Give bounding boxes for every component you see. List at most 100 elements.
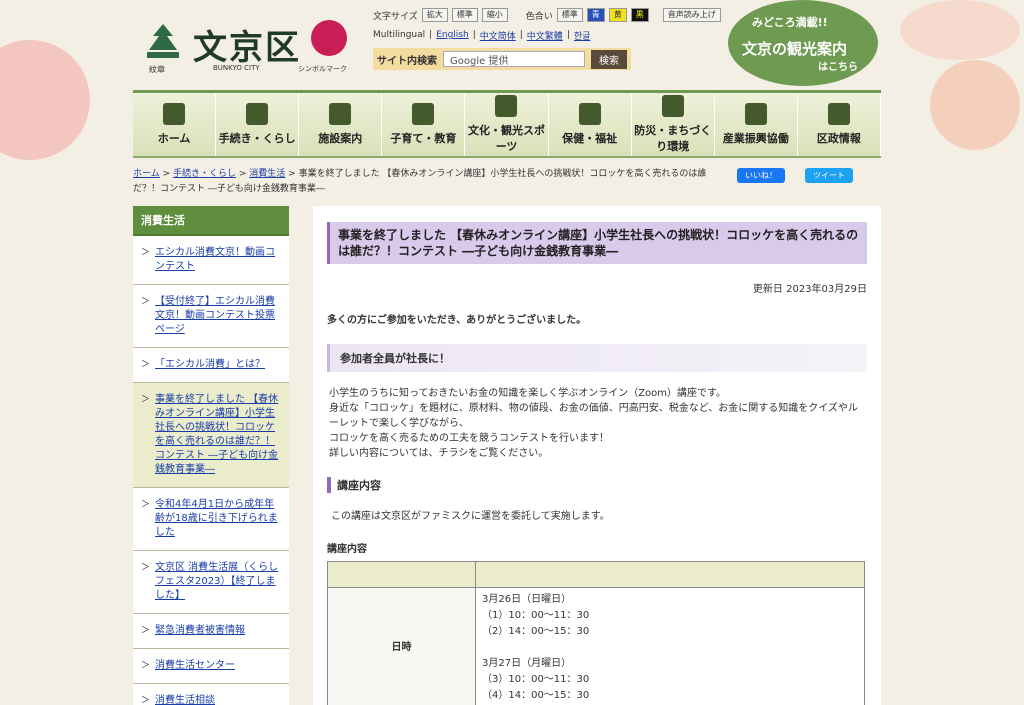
lang-english-link[interactable]: English [436,30,469,40]
schedule-line: （3）10：00～11：30 [482,674,590,685]
home-icon [163,103,186,125]
header-tools: 文字サイズ 拡大 標準 縮小 色合い 標準 青 黄 黒 音声読み上げ Multi… [373,6,763,70]
sidebar-item-link[interactable]: 消費生活相談 [155,695,215,705]
temple-icon [495,95,518,117]
color-blue-button[interactable]: 青 [586,8,605,22]
sidebar-item-link[interactable]: 事業を終了しました 【春休みオンライン講座】小学生社長への挑戦状！コロッケを高く… [155,394,278,475]
site-logo[interactable]: 文京区 紋章 BUNKYO CITY シンボルマーク [143,18,363,78]
sidebar-item[interactable]: 令和4年4月1日から成年年齢が18歳に引き下げられました [133,488,289,551]
schedule-line: （1）10：00～11：30 [482,610,590,621]
updated-date: 更新日 2023年03月29日 [752,284,867,295]
sidebar-item[interactable]: 事業を終了しました 【春休みオンライン講座】小学生社長への挑戦状！コロッケを高く… [133,383,289,488]
sidebar-item[interactable]: 【受付終了】エシカル消費文京！動画コンテスト投票ページ [133,285,289,348]
course-table: 日時 3月26日（日曜日） （1）10：00～11：30 （2）14：00～15：3… [327,561,865,705]
schedule-line: 3月27日（月曜日） [482,658,572,669]
sidebar: 消費生活 エシカル消費文京！動画コンテスト【受付終了】エシカル消費文京！動画コン… [133,206,289,705]
search-label: サイト内検索 [377,55,437,67]
schedule-line [482,640,858,656]
table-cell-schedule: 3月26日（日曜日） （1）10：00～11：30 （2）14：00～15：30 3月… [475,587,865,705]
nav-item-label: 施設案内 [318,132,363,145]
background-flower-decoration [0,40,90,160]
breadcrumb-l1[interactable]: 手続き・くらし [173,169,236,179]
sidebar-item-link[interactable]: 「エシカル消費」とは？ [155,359,265,370]
background-flower-decoration [930,60,1020,150]
nav-item-label: 保健・福祉 [562,132,618,145]
safety-icon [661,95,684,117]
sidebar-item[interactable]: 文京区 消費生活展（くらしフェスタ2023）【終了しました】 [133,551,289,614]
nav-item-1[interactable]: 手続き・くらし [216,93,300,156]
breadcrumb-l2[interactable]: 消費生活 [249,169,285,179]
document-icon [827,103,850,125]
sidebar-heading: 消費生活 [133,206,289,236]
main-content: 事業を終了しました 【春休みオンライン講座】小学生社長への挑戦状！コロッケを高く… [313,206,881,705]
sidebar-item[interactable]: 緊急消費者被害情報 [133,614,289,649]
table-row: 日時 3月26日（日曜日） （1）10：00～11：30 （2）14：00～15：3… [327,587,865,705]
sidebar-item-link[interactable]: 令和4年4月1日から成年年齢が18歳に引き下げられました [155,499,278,538]
body-line: 詳しい内容については、チラシをご覧ください。 [329,448,549,459]
symbol-mark-icon [311,20,347,56]
color-black-button[interactable]: 黒 [630,8,649,22]
twitter-tweet-button[interactable]: ツイート [805,168,853,183]
schedule-line: 3月26日（日曜日） [482,594,572,605]
breadcrumb: ホーム > 手続き・くらし > 消費生活 > 事業を終了しました 【春休みオンラ… [133,169,707,194]
table-header-row [327,561,865,588]
social-buttons: いいね！ ツイート [737,168,853,183]
nav-item-label: ホーム [157,132,191,145]
search-input[interactable]: Google 提供 [443,51,585,67]
handshake-icon [744,103,767,125]
nav-item-label: 産業振興協働 [722,132,789,145]
read-aloud-button[interactable]: 音声読み上げ [662,8,721,22]
sidebar-item[interactable]: エシカル消費文京！動画コンテスト [133,236,289,285]
subsection-heading: 講座内容 [327,477,867,493]
nav-item-8[interactable]: 区政情報 [797,93,881,156]
nav-item-5[interactable]: 保健・福祉 [548,93,632,156]
nav-item-label: 防災・まちづくり環境 [634,124,712,153]
font-size-label: 文字サイズ [373,11,418,22]
tour-line2: 文京の観光案内 [742,40,848,58]
search-button[interactable]: 検索 [591,49,627,69]
lang-zh-simplified-link[interactable]: 中文简体 [480,29,516,42]
nav-item-7[interactable]: 産業振興協働 [714,93,798,156]
nav-item-0[interactable]: ホーム [133,93,217,156]
breadcrumb-home[interactable]: ホーム [133,169,160,179]
logo-sub-en: BUNKYO CITY [213,64,260,72]
sidebar-item-link[interactable]: 文京区 消費生活展（くらしフェスタ2023）【終了しました】 [155,562,278,601]
lang-zh-traditional-link[interactable]: 中文繁體 [527,29,563,42]
thanks-text: 多くの方にご参加をいただき、ありがとうございました。 [327,315,587,326]
sidebar-item-link[interactable]: 【受付終了】エシカル消費文京！動画コンテスト投票ページ [155,296,275,335]
backpack-icon [412,103,435,125]
sidebar-item-link[interactable]: 消費生活センター [155,660,235,671]
tourism-banner[interactable]: みどころ満載!! 文京の観光案内 はこちら [728,0,878,86]
font-size-small-button[interactable]: 縮小 [481,8,508,22]
logo-sub-crest: 紋章 [149,65,165,74]
font-size-large-button[interactable]: 拡大 [421,8,448,22]
color-standard-button[interactable]: 標準 [556,8,583,22]
body-text: 小学生のうちに知っておきたいお金の知識を楽しく学ぶオンライン（Zoom）講座です… [327,386,867,461]
nav-item-label: 子育て・教育 [390,132,457,145]
sidebar-item[interactable]: 消費生活相談 [133,684,289,705]
nav-item-2[interactable]: 施設案内 [299,93,383,156]
nav-item-6[interactable]: 防災・まちづくり環境 [631,93,715,156]
nav-item-4[interactable]: 文化・観光スポーツ [465,93,549,156]
search-placeholder: Google 提供 [450,55,509,67]
table-row-label: 日時 [327,587,476,705]
nav-item-label: 文化・観光スポーツ [467,124,545,153]
facebook-like-button[interactable]: いいね！ [737,168,785,183]
nav-item-label: 手続き・くらし [218,132,296,145]
color-label: 色合い [525,11,553,22]
lang-korean-link[interactable]: 한글 [574,29,591,42]
note-text: この講座は文京区がファミスクに運営を委託して実施します。 [331,511,610,522]
body-line: 小学生のうちに知っておきたいお金の知識を楽しく学ぶオンライン（Zoom）講座です… [329,388,727,399]
nav-item-3[interactable]: 子育て・教育 [382,93,466,156]
sidebar-item[interactable]: 「エシカル消費」とは？ [133,348,289,383]
logo-sub-symbol: シンボルマーク [298,65,347,73]
site-search: サイト内検索 Google 提供 検索 [373,48,631,70]
font-size-standard-button[interactable]: 標準 [451,8,478,22]
color-yellow-button[interactable]: 黄 [608,8,627,22]
sidebar-item[interactable]: 消費生活センター [133,649,289,684]
nav-item-label: 区政情報 [816,132,861,145]
sidebar-item-link[interactable]: 緊急消費者被害情報 [155,625,245,636]
tour-line3: はこちら [818,62,858,73]
sidebar-item-link[interactable]: エシカル消費文京！動画コンテスト [155,247,275,272]
section-heading: 参加者全員が社長に！ [327,344,867,372]
